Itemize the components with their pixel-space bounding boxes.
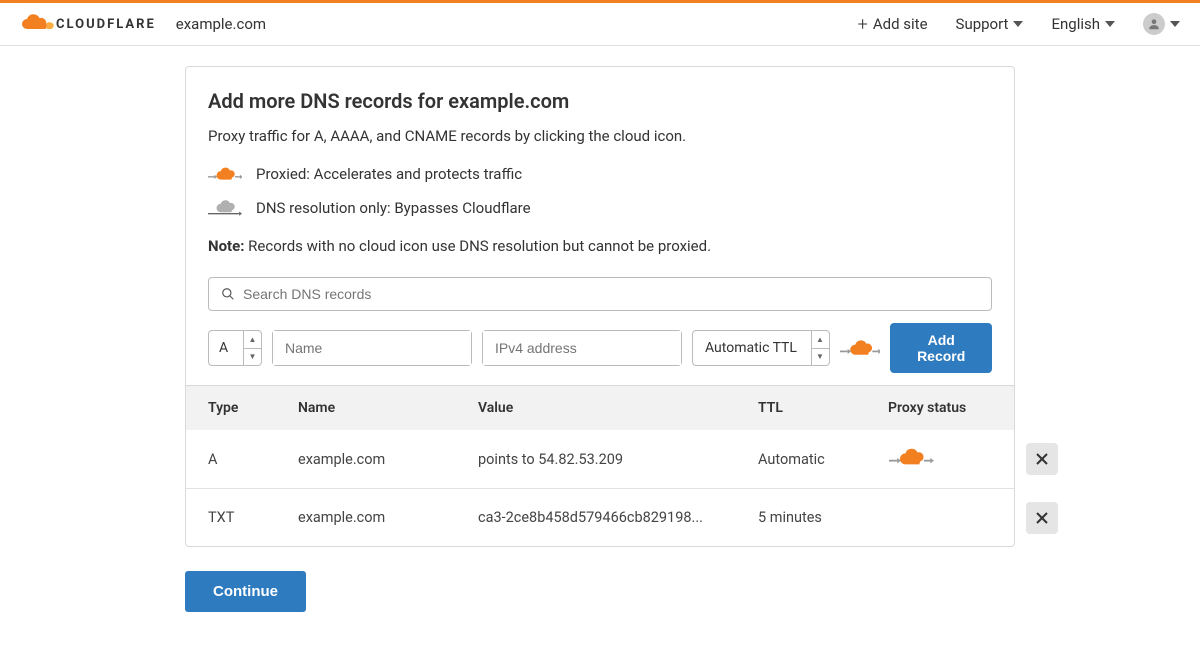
add-site-label: Add site bbox=[873, 15, 928, 33]
table-header-row: Type Name Value TTL Proxy status bbox=[186, 386, 1014, 430]
continue-button[interactable]: Continue bbox=[185, 571, 306, 612]
col-name: Name bbox=[298, 400, 478, 416]
cloud-proxied-icon bbox=[208, 165, 242, 183]
table-row[interactable]: TXTexample.comca3-2ce8b458d579466cb82919… bbox=[186, 488, 1014, 546]
note-text: Records with no cloud icon use DNS resol… bbox=[244, 237, 711, 255]
delete-record-button[interactable] bbox=[1026, 443, 1058, 475]
cloudflare-logo[interactable]: CLOUDFLARE bbox=[20, 14, 156, 34]
language-label: English bbox=[1051, 15, 1100, 33]
chevron-down-icon bbox=[1105, 21, 1115, 27]
avatar-icon bbox=[1143, 13, 1165, 35]
add-record-button[interactable]: Add Record bbox=[890, 323, 992, 373]
support-menu[interactable]: Support bbox=[956, 15, 1024, 33]
cell-value: points to 54.82.53.209 bbox=[478, 451, 758, 468]
cloud-gray-icon bbox=[208, 199, 242, 217]
dns-records-table: Type Name Value TTL Proxy status Aexampl… bbox=[186, 385, 1014, 546]
record-value-field[interactable] bbox=[482, 330, 682, 366]
record-type-value: A bbox=[209, 340, 243, 356]
close-icon bbox=[1036, 512, 1048, 524]
record-value-input[interactable] bbox=[483, 331, 681, 365]
cloudflare-cloud-icon bbox=[20, 14, 54, 34]
cell-ttl: Automatic bbox=[758, 451, 888, 468]
site-name[interactable]: example.com bbox=[176, 15, 266, 33]
stepper-icon: ▲▼ bbox=[811, 331, 829, 365]
plus-icon: + bbox=[858, 14, 868, 35]
chevron-down-icon bbox=[1013, 21, 1023, 27]
cloud-proxied-icon[interactable] bbox=[888, 446, 934, 468]
legend-dns-only-text: DNS resolution only: Bypasses Cloudflare bbox=[256, 199, 531, 217]
col-proxy: Proxy status bbox=[888, 400, 1008, 416]
legend-proxied: Proxied: Accelerates and protects traffi… bbox=[208, 165, 992, 183]
record-type-select[interactable]: A ▲▼ bbox=[208, 330, 262, 366]
dns-records-card: Add more DNS records for example.com Pro… bbox=[185, 66, 1015, 547]
legend-proxied-text: Proxied: Accelerates and protects traffi… bbox=[256, 165, 522, 183]
ttl-select[interactable]: Automatic TTL ▲▼ bbox=[692, 330, 830, 366]
cloudflare-wordmark: CLOUDFLARE bbox=[56, 17, 156, 32]
search-dns-records[interactable] bbox=[208, 277, 992, 311]
record-name-input[interactable] bbox=[273, 331, 471, 365]
main: Add more DNS records for example.com Pro… bbox=[175, 66, 1025, 612]
ttl-value: Automatic TTL bbox=[693, 340, 811, 356]
search-icon bbox=[221, 287, 235, 301]
page-subtitle: Proxy traffic for A, AAAA, and CNAME rec… bbox=[208, 127, 992, 145]
support-label: Support bbox=[956, 15, 1009, 33]
delete-record-button[interactable] bbox=[1026, 502, 1058, 534]
chevron-down-icon bbox=[1170, 21, 1180, 27]
cell-type: A bbox=[208, 451, 298, 468]
close-icon bbox=[1036, 453, 1048, 465]
cell-name: example.com bbox=[298, 451, 478, 468]
note: Note: Records with no cloud icon use DNS… bbox=[208, 237, 992, 255]
cell-proxy bbox=[888, 446, 1008, 472]
page-title: Add more DNS records for example.com bbox=[208, 89, 992, 113]
account-menu[interactable] bbox=[1143, 13, 1180, 35]
record-name-field[interactable] bbox=[272, 330, 472, 366]
cell-value: ca3-2ce8b458d579466cb829198... bbox=[478, 509, 758, 526]
legend-dns-only: DNS resolution only: Bypasses Cloudflare bbox=[208, 199, 992, 217]
col-type: Type bbox=[208, 400, 298, 416]
col-ttl: TTL bbox=[758, 400, 888, 416]
cell-name: example.com bbox=[298, 509, 478, 526]
add-record-form: A ▲▼ Automatic TTL ▲▼ Add Record bbox=[208, 323, 992, 373]
note-label: Note: bbox=[208, 237, 244, 255]
cell-type: TXT bbox=[208, 509, 298, 526]
search-input[interactable] bbox=[235, 286, 979, 302]
col-value: Value bbox=[478, 400, 758, 416]
stepper-icon: ▲▼ bbox=[243, 331, 261, 365]
proxy-toggle-icon[interactable] bbox=[840, 337, 881, 359]
add-site-link[interactable]: + Add site bbox=[858, 14, 928, 35]
header: CLOUDFLARE example.com + Add site Suppor… bbox=[0, 3, 1200, 46]
language-menu[interactable]: English bbox=[1051, 15, 1115, 33]
cell-ttl: 5 minutes bbox=[758, 509, 888, 526]
table-row[interactable]: Aexample.compoints to 54.82.53.209Automa… bbox=[186, 430, 1014, 488]
